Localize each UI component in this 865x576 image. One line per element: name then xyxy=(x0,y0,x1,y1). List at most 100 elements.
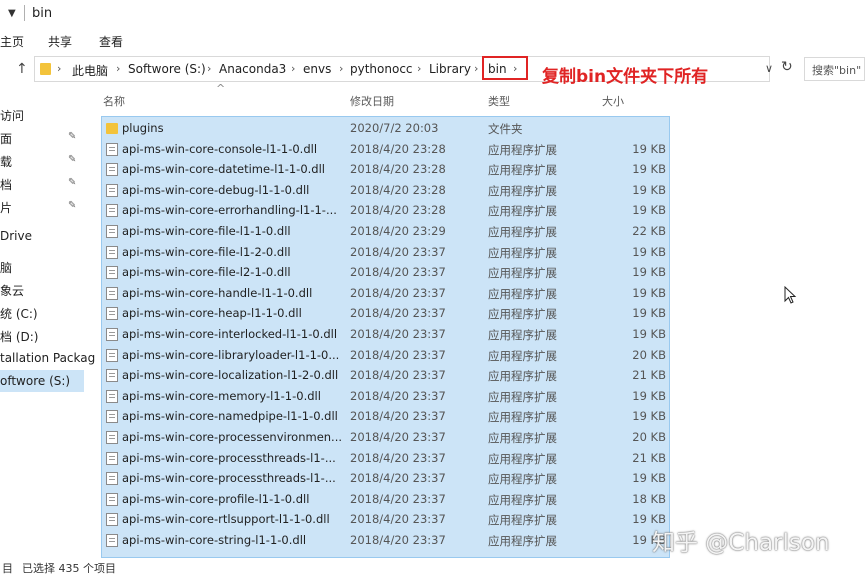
file-name: api-ms-win-core-processthreads-l1-... xyxy=(122,471,336,486)
file-type: 应用程序扩展 xyxy=(488,348,557,363)
pin-icon: ✎ xyxy=(68,200,77,211)
file-row[interactable]: api-ms-win-core-file-l1-2-0.dll 2018/4/20… xyxy=(102,242,669,263)
dll-file-icon xyxy=(106,431,118,444)
file-type: 应用程序扩展 xyxy=(488,163,557,178)
file-row[interactable]: api-ms-win-core-interlocked-l1-1-0.dll 20… xyxy=(102,324,669,345)
chevron-right-icon[interactable]: › xyxy=(116,62,120,75)
file-date: 2018/4/20 23:37 xyxy=(350,409,446,424)
nav-item-drive-d[interactable]: 档 (D:) xyxy=(0,328,38,345)
tab-share[interactable]: 共享 xyxy=(48,33,72,50)
file-type: 应用程序扩展 xyxy=(488,286,557,301)
file-name: api-ms-win-core-interlocked-l1-1-0.dll xyxy=(122,327,338,341)
column-header-type[interactable]: 类型 xyxy=(488,93,510,109)
file-name: api-ms-win-core-file-l1-2-0.dll xyxy=(122,244,291,259)
file-name: api-ms-win-core-localization-l1-2-0.dll xyxy=(122,368,339,383)
address-dropdown-icon[interactable]: ∨ xyxy=(765,62,773,75)
file-date: 2018/4/20 23:37 xyxy=(350,512,446,527)
dll-file-icon xyxy=(106,204,118,218)
folder-icon xyxy=(40,63,51,75)
dll-file-icon xyxy=(106,286,118,300)
file-list[interactable]: plugins 2020/7/2 20:03 文件夹 api-ms-win-core-… xyxy=(101,116,670,558)
column-header-size[interactable]: 大小 xyxy=(602,93,624,109)
file-date: 2018/4/20 23:28 xyxy=(350,182,446,197)
file-name: api-ms-win-core-debug-l1-1-0.dll xyxy=(122,182,310,197)
column-header-name[interactable]: 名称 xyxy=(103,93,125,109)
nav-item-pictures[interactable]: 片 xyxy=(0,199,12,216)
dll-file-icon xyxy=(106,307,118,321)
file-type: 应用程序扩展 xyxy=(488,410,557,425)
file-size: 19 KB xyxy=(632,265,666,280)
dll-file-icon xyxy=(106,142,118,156)
file-name: api-ms-win-core-string-l1-1-0.dll xyxy=(122,533,307,547)
refresh-icon[interactable]: ↻ xyxy=(781,59,793,75)
file-row[interactable]: api-ms-win-core-localization-l1-2-0.dll 2… xyxy=(102,365,669,386)
breadcrumb-drive[interactable]: Softwore (S:) xyxy=(128,62,206,76)
file-row[interactable]: api-ms-win-core-debug-l1-1-0.dll 2018/4/2… xyxy=(102,180,669,201)
file-row[interactable]: api-ms-win-core-libraryloader-l1-1-0... 2… xyxy=(102,345,669,366)
nav-item-desktop[interactable]: 面 xyxy=(0,130,12,147)
dll-file-icon xyxy=(106,451,118,465)
file-row[interactable]: api-ms-win-core-rtlsupport-l1-1-0.dll 201… xyxy=(102,509,669,530)
file-row[interactable]: api-ms-win-core-namedpipe-l1-1-0.dll 2018… xyxy=(102,406,669,427)
file-row[interactable]: api-ms-win-core-processthreads-l1-... 201… xyxy=(102,448,669,469)
file-row[interactable]: api-ms-win-core-errorhandling-l1-1-... 20… xyxy=(102,200,669,221)
chevron-right-icon[interactable]: › xyxy=(474,62,478,75)
nav-item-downloads[interactable]: 载 xyxy=(0,153,12,170)
pin-icon: ✎ xyxy=(68,154,77,165)
file-row[interactable]: api-ms-win-core-processthreads-l1-... 201… xyxy=(102,468,669,489)
chevron-right-icon[interactable]: › xyxy=(207,62,211,75)
search-placeholder: 搜索"bin" xyxy=(812,64,862,77)
file-row[interactable]: api-ms-win-core-file-l2-1-0.dll 2018/4/20… xyxy=(102,262,669,283)
file-name: api-ms-win-core-heap-l1-1-0.dll xyxy=(122,306,302,321)
file-row[interactable]: api-ms-win-core-file-l1-1-0.dll 2018/4/20… xyxy=(102,221,669,242)
breadcrumb-library[interactable]: Library xyxy=(429,62,471,76)
nav-item-documents[interactable]: 档 xyxy=(0,176,12,193)
tab-home[interactable]: 主页 xyxy=(0,33,24,50)
file-row[interactable]: plugins 2020/7/2 20:03 文件夹 xyxy=(102,118,669,139)
nav-item-onedrive[interactable]: Drive xyxy=(0,229,32,243)
file-date: 2018/4/20 23:29 xyxy=(350,224,446,238)
tab-view[interactable]: 查看 xyxy=(99,33,123,50)
quick-access-dropdown-icon[interactable]: ▼ xyxy=(8,8,16,19)
file-size: 19 KB xyxy=(632,409,666,424)
breadcrumb-pythonocc[interactable]: pythonocc xyxy=(350,62,413,76)
file-row[interactable]: api-ms-win-core-handle-l1-1-0.dll 2018/4/… xyxy=(102,283,669,304)
chevron-right-icon[interactable]: › xyxy=(57,62,61,75)
chevron-right-icon[interactable]: › xyxy=(417,62,421,75)
file-row[interactable]: api-ms-win-core-heap-l1-1-0.dll 2018/4/20… xyxy=(102,303,669,324)
nav-item-drive-s[interactable]: oftwore (S:) xyxy=(0,374,70,388)
file-row[interactable]: api-ms-win-core-processenvironmen... 2018… xyxy=(102,427,669,448)
nav-item-installation-package[interactable]: tallation Packag xyxy=(0,351,95,365)
file-type: 应用程序扩展 xyxy=(488,534,557,548)
file-name: api-ms-win-core-processthreads-l1-... xyxy=(122,450,336,465)
file-date: 2018/4/20 23:37 xyxy=(350,327,446,341)
nav-item-this-pc[interactable]: 脑 xyxy=(0,259,12,276)
breadcrumb-anaconda3[interactable]: Anaconda3 xyxy=(219,62,286,76)
file-type: 应用程序扩展 xyxy=(488,389,557,404)
file-type: 应用程序扩展 xyxy=(488,266,557,281)
file-row[interactable]: api-ms-win-core-console-l1-1-0.dll 2018/4… xyxy=(102,139,669,160)
file-date: 2018/4/20 23:37 xyxy=(350,244,446,259)
nav-item-quick-access[interactable]: 访问 xyxy=(0,107,24,124)
file-row[interactable]: api-ms-win-core-datetime-l1-1-0.dll 2018/… xyxy=(102,159,669,180)
file-date: 2018/4/20 23:37 xyxy=(350,265,446,280)
column-header-date[interactable]: 修改日期 xyxy=(350,93,394,109)
chevron-right-icon[interactable]: › xyxy=(291,62,295,75)
file-row[interactable]: api-ms-win-core-string-l1-1-0.dll 2018/4/… xyxy=(102,530,669,551)
dll-file-icon xyxy=(106,369,118,383)
breadcrumb-envs[interactable]: envs xyxy=(303,62,331,76)
nav-item-3d-objects[interactable]: 象云 xyxy=(0,282,24,299)
file-row[interactable]: api-ms-win-core-profile-l1-1-0.dll 2018/4… xyxy=(102,489,669,510)
file-type: 应用程序扩展 xyxy=(488,472,557,487)
chevron-right-icon[interactable]: › xyxy=(339,62,343,75)
file-date: 2018/4/20 23:37 xyxy=(350,388,446,403)
dll-file-icon xyxy=(106,534,118,547)
nav-item-drive-c[interactable]: 统 (C:) xyxy=(0,305,38,322)
file-name: api-ms-win-core-datetime-l1-1-0.dll xyxy=(122,162,325,177)
dll-file-icon xyxy=(106,266,118,280)
up-arrow-icon[interactable]: ↑ xyxy=(16,61,28,77)
file-type: 应用程序扩展 xyxy=(488,245,557,260)
breadcrumb-this-pc[interactable]: 此电脑 xyxy=(72,62,108,79)
highlight-box xyxy=(482,56,528,80)
file-row[interactable]: api-ms-win-core-memory-l1-1-0.dll 2018/4/… xyxy=(102,386,669,407)
